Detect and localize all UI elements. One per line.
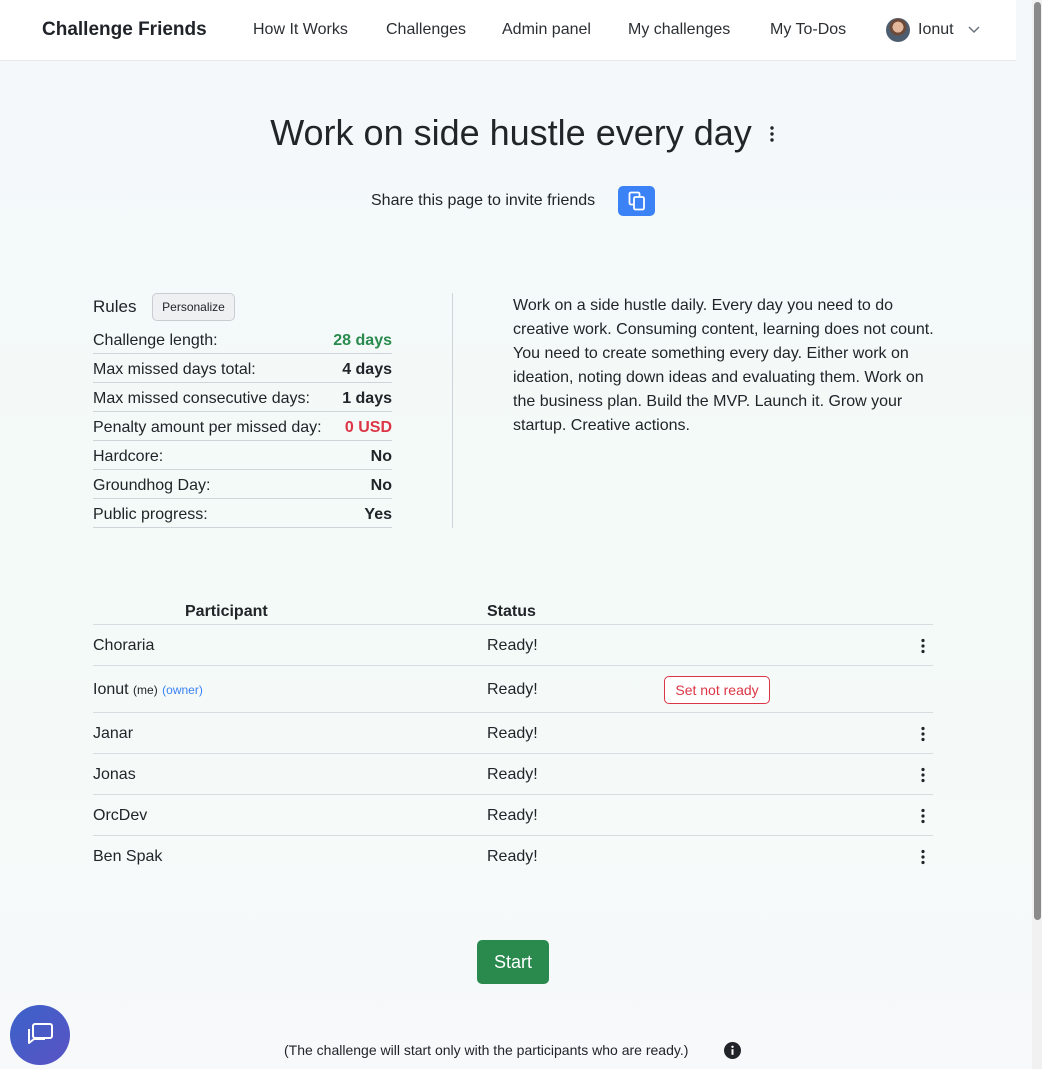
share-text: Share this page to invite friends: [371, 192, 596, 209]
table-row: Choraria Ready!: [93, 624, 933, 666]
status-column-header: Status: [487, 603, 536, 620]
participant-status: Ready!: [487, 725, 538, 742]
participant-name: OrcDev: [93, 807, 148, 824]
participant-name: Janar: [93, 725, 134, 742]
rule-value: 4 days: [342, 361, 392, 378]
chat-icon: [28, 1023, 53, 1044]
rule-row-max-missed-consecutive: Max missed consecutive days: 1 days: [93, 383, 392, 412]
rule-value: 1 days: [342, 390, 392, 407]
nav-challenges[interactable]: Challenges: [386, 21, 466, 39]
more-options-icon[interactable]: [917, 848, 929, 866]
copy-icon: [628, 191, 645, 211]
more-options-icon[interactable]: [917, 637, 929, 655]
start-button[interactable]: Start: [477, 940, 549, 984]
participant-name: Ionut: [93, 681, 129, 698]
participant-status: Ready!: [487, 681, 538, 698]
rule-value: No: [370, 477, 392, 494]
chevron-down-icon[interactable]: [967, 22, 981, 36]
info-icon[interactable]: [724, 1042, 741, 1059]
participant-status: Ready!: [487, 807, 538, 824]
rule-row-groundhog-day: Groundhog Day: No: [93, 470, 392, 499]
copy-link-button[interactable]: [618, 186, 655, 216]
participant-status: Ready!: [487, 848, 538, 865]
set-not-ready-button[interactable]: Set not ready: [664, 676, 770, 704]
rule-row-hardcore: Hardcore: No: [93, 441, 392, 470]
participant-status: Ready!: [487, 766, 538, 783]
user-menu-name[interactable]: Ionut: [918, 21, 954, 39]
participant-name: Jonas: [93, 766, 136, 783]
rule-label: Max missed consecutive days:: [93, 390, 310, 407]
me-tag: (me): [133, 683, 158, 697]
scrollbar-thumb[interactable]: [1034, 2, 1041, 920]
table-row: Ben Spak Ready!: [93, 835, 933, 877]
rule-label: Public progress:: [93, 506, 208, 523]
nav-admin-panel[interactable]: Admin panel: [502, 21, 591, 39]
rule-value: 28 days: [333, 332, 392, 349]
page-title: Work on side hustle every day: [270, 112, 752, 153]
rule-value: Yes: [364, 506, 392, 523]
more-options-icon[interactable]: [917, 725, 929, 743]
participant-status: Ready!: [487, 637, 538, 654]
rule-label: Max missed days total:: [93, 361, 256, 378]
chat-button[interactable]: [10, 1005, 70, 1065]
table-row: Janar Ready!: [93, 712, 933, 754]
nav-my-challenges[interactable]: My challenges: [628, 21, 730, 39]
column-divider: [452, 293, 453, 528]
rule-row-public-progress: Public progress: Yes: [93, 499, 392, 528]
rule-row-max-missed-total: Max missed days total: 4 days: [93, 354, 392, 383]
navbar: Challenge Friends How It Works Challenge…: [0, 0, 1016, 61]
participant-column-header: Participant: [185, 603, 268, 620]
more-options-icon[interactable]: [766, 124, 778, 144]
rules-heading: Rules: [93, 297, 137, 316]
table-row: Jonas Ready!: [93, 753, 933, 795]
nav-my-todos[interactable]: My To-Dos: [770, 21, 846, 39]
personalize-button[interactable]: Personalize: [152, 293, 235, 321]
rule-value: No: [370, 448, 392, 465]
rule-label: Groundhog Day:: [93, 477, 211, 494]
rule-row-penalty: Penalty amount per missed day: 0 USD: [93, 412, 392, 441]
rule-value: 0 USD: [344, 419, 392, 436]
start-note: (The challenge will start only with the …: [284, 1042, 689, 1058]
brand-logo[interactable]: Challenge Friends: [42, 19, 207, 41]
owner-tag: (owner): [162, 683, 203, 697]
participant-name-cell: Ionut (me) (owner): [93, 681, 203, 699]
participant-name: Choraria: [93, 637, 155, 654]
challenge-description: Work on a side hustle daily. Every day y…: [513, 297, 934, 434]
avatar[interactable]: [886, 18, 910, 42]
rule-row-challenge-length: Challenge length: 28 days: [93, 325, 392, 354]
table-row: OrcDev Ready!: [93, 794, 933, 836]
table-row: Ionut (me) (owner) Ready! Set not ready: [93, 665, 933, 713]
rule-label: Penalty amount per missed day:: [93, 419, 322, 436]
rule-label: Hardcore:: [93, 448, 164, 465]
more-options-icon[interactable]: [917, 766, 929, 784]
more-options-icon[interactable]: [917, 807, 929, 825]
rule-label: Challenge length:: [93, 332, 218, 349]
participant-name: Ben Spak: [93, 848, 163, 865]
nav-how-it-works[interactable]: How It Works: [253, 21, 348, 39]
